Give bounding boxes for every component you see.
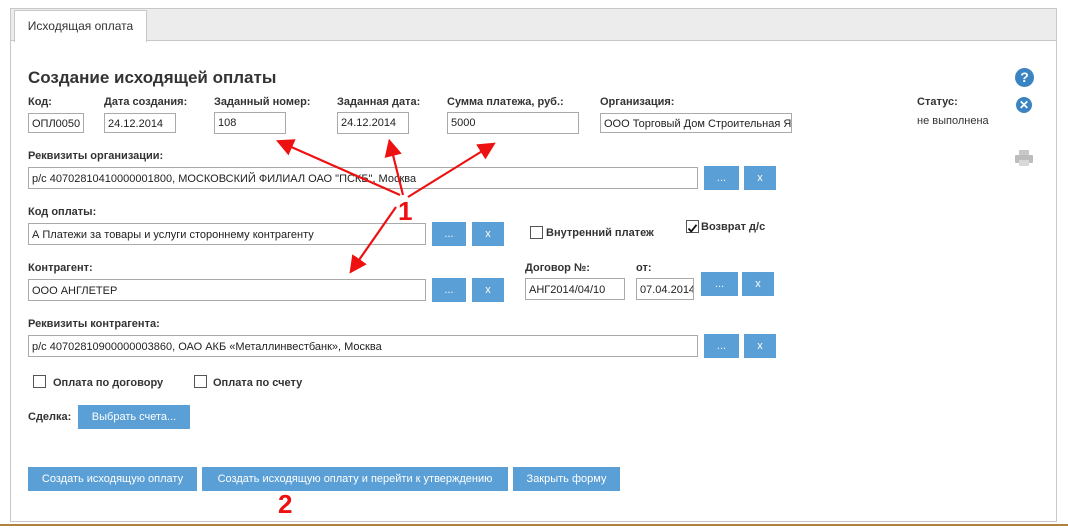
annotation-arrows — [275, 138, 496, 274]
annotation-two: 2 — [278, 489, 293, 519]
annotation-one: 1 — [398, 196, 413, 226]
